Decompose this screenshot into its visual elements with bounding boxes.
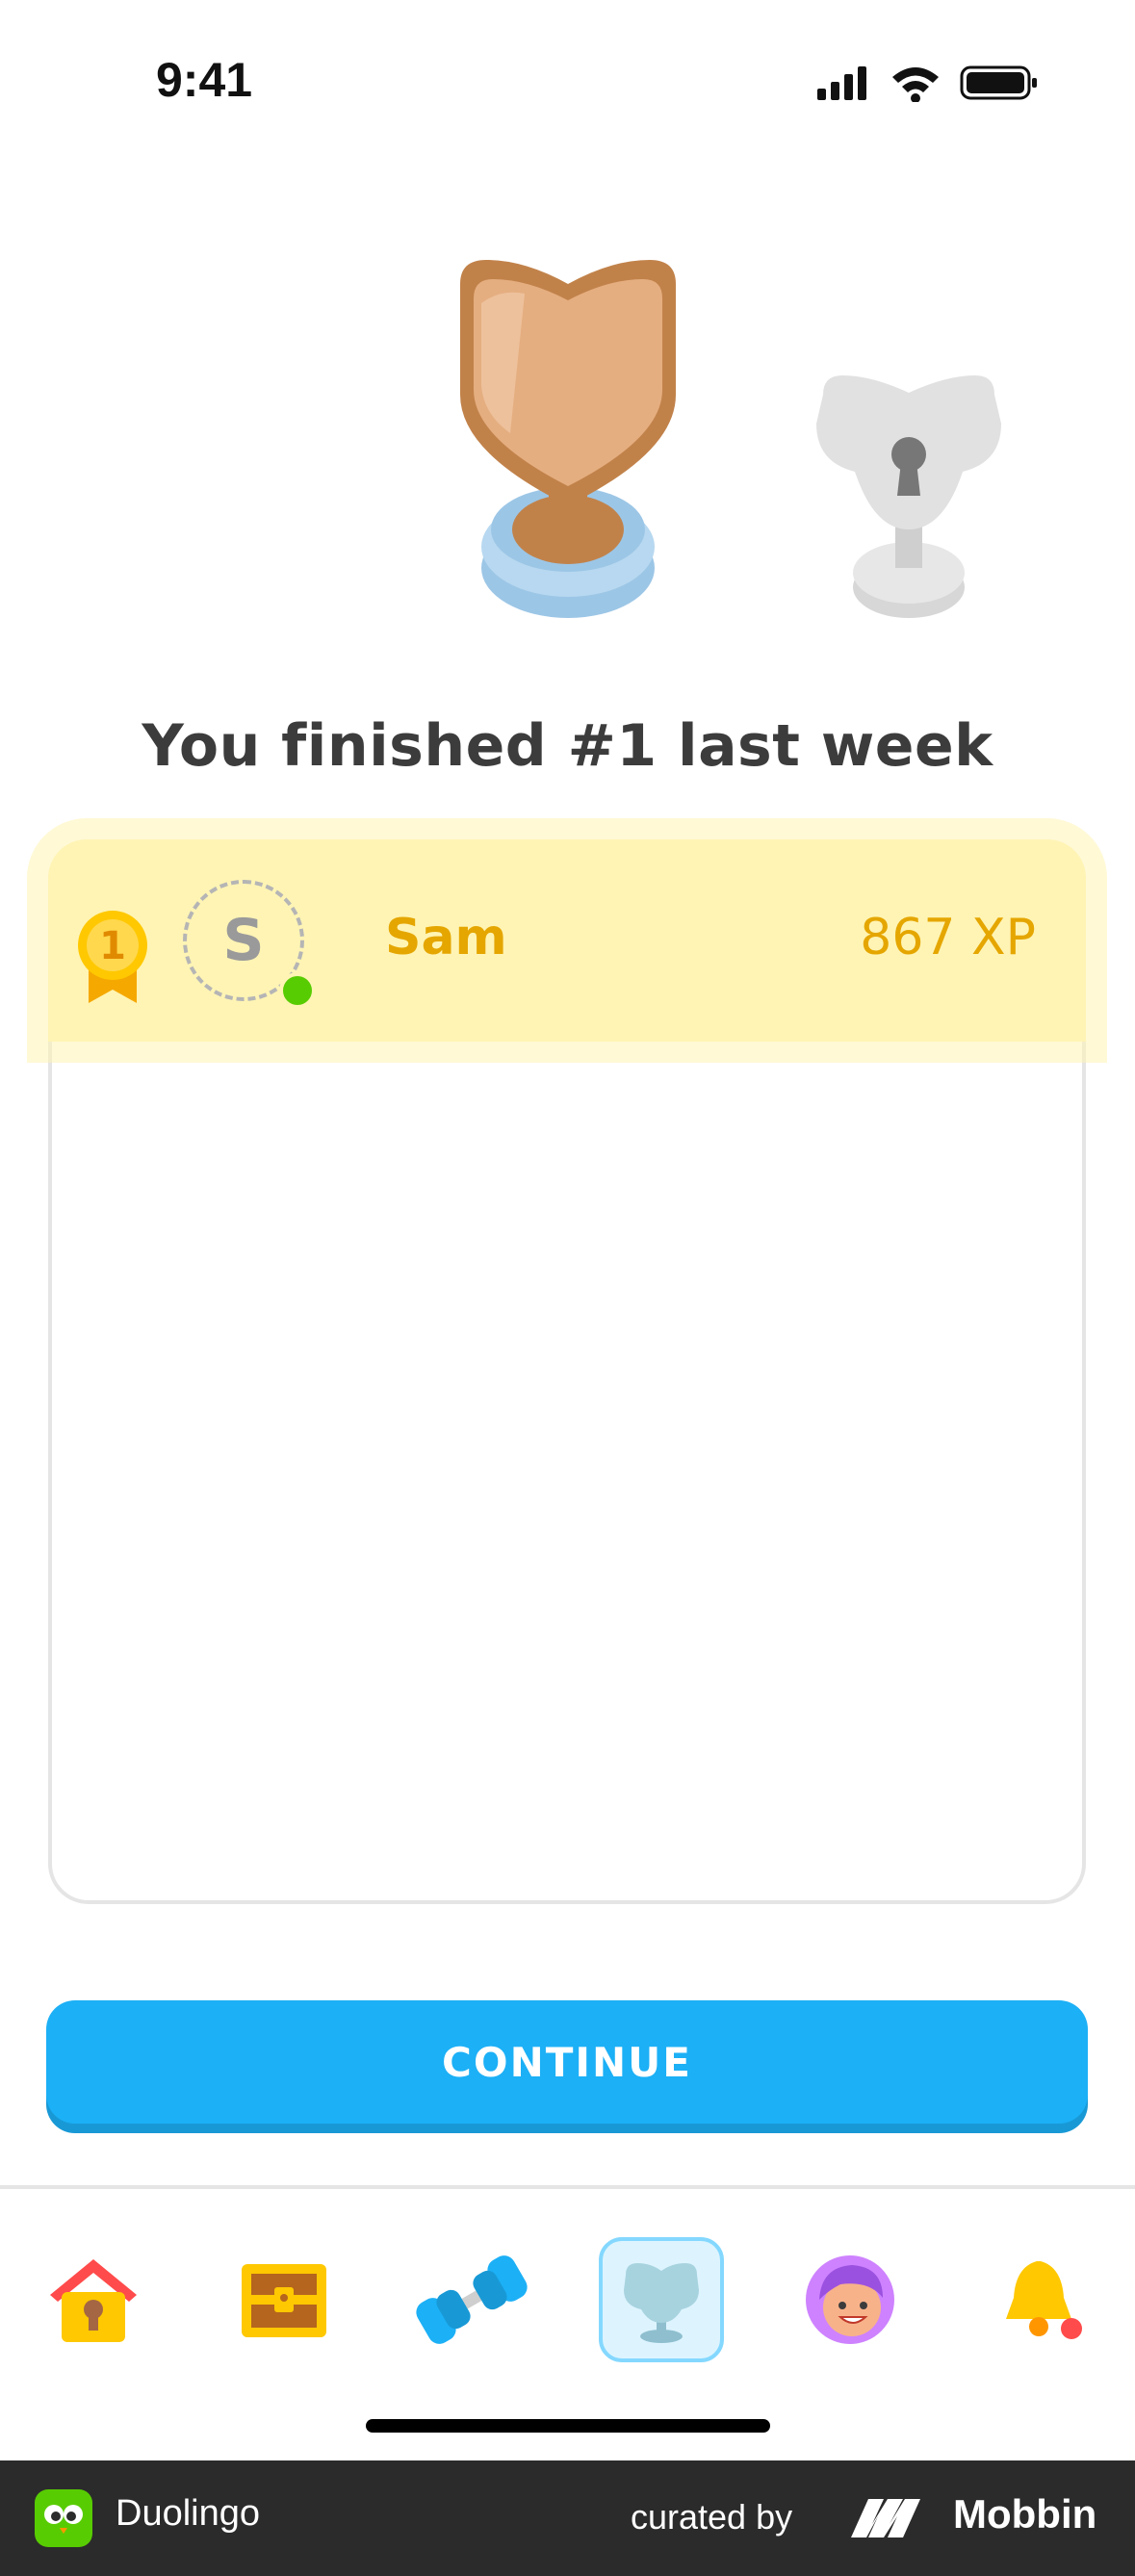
- status-icons: [817, 65, 1037, 102]
- bottom-tab-bar: [0, 2185, 1135, 2382]
- footer-app-name: Duolingo: [116, 2493, 260, 2534]
- status-time: 9:41: [156, 53, 253, 107]
- footer-bar: Duolingo curated by Mobbin: [0, 2460, 1135, 2576]
- status-bar: 9:41: [0, 0, 1135, 144]
- avatar-initial: S: [222, 907, 265, 974]
- tab-notifications[interactable]: [980, 2237, 1105, 2362]
- gold-medal-icon: 1: [78, 911, 147, 1003]
- wifi-icon: [892, 67, 939, 102]
- tab-practice[interactable]: [409, 2237, 534, 2362]
- league-trophies: [460, 260, 1001, 618]
- footer-brand: Mobbin: [953, 2491, 1097, 2537]
- treasure-chest-icon: [242, 2264, 326, 2337]
- tab-leaderboards[interactable]: [599, 2237, 724, 2362]
- trophy-icon: [624, 2263, 699, 2343]
- footer-curated-label: curated by: [631, 2497, 793, 2537]
- bronze-trophy-icon: [460, 260, 676, 618]
- duolingo-logo-icon: [35, 2489, 92, 2547]
- user-name: Sam: [385, 909, 507, 966]
- bell-icon: [1006, 2261, 1082, 2339]
- battery-icon: [960, 65, 1037, 100]
- silver-trophy-locked-icon: [816, 375, 1001, 618]
- continue-button[interactable]: CONTINUE: [46, 2000, 1088, 2124]
- tab-profile[interactable]: [787, 2237, 913, 2362]
- medal-rank: 1: [99, 924, 126, 968]
- dumbbell-icon: [416, 2255, 528, 2344]
- user-xp: 867 XP: [860, 909, 1036, 966]
- signal-icon: [817, 66, 866, 100]
- tab-chest[interactable]: [221, 2237, 347, 2362]
- online-status-dot: [279, 972, 316, 1009]
- page-title: You finished #1 last week: [142, 712, 993, 780]
- home-indicator: [366, 2419, 770, 2433]
- avatar-icon: [806, 2255, 894, 2344]
- tab-home[interactable]: [31, 2237, 156, 2362]
- home-icon: [50, 2259, 137, 2342]
- mobbin-logo-icon: [851, 2499, 920, 2537]
- leaderboard-row[interactable]: 1 S Sam 867 XP: [48, 839, 1086, 1042]
